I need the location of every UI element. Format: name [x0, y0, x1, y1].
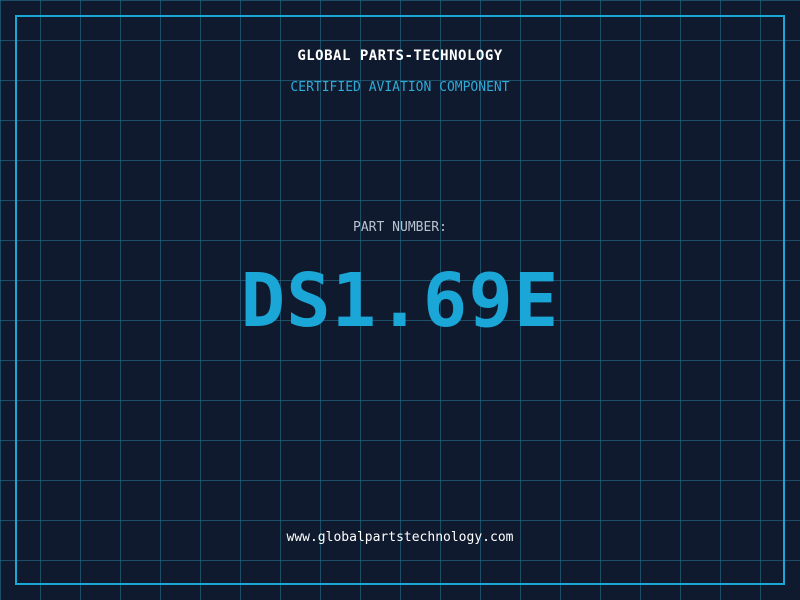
part-number-value: DS1.69E [240, 258, 560, 344]
part-number-label: PART NUMBER: [353, 220, 447, 235]
part-label-card: GLOBAL PARTS-TECHNOLOGY CERTIFIED AVIATI… [0, 0, 800, 600]
company-name: GLOBAL PARTS-TECHNOLOGY [297, 48, 503, 64]
certification-subtitle: CERTIFIED AVIATION COMPONENT [290, 80, 510, 95]
website-url: www.globalpartstechnology.com [286, 530, 514, 545]
